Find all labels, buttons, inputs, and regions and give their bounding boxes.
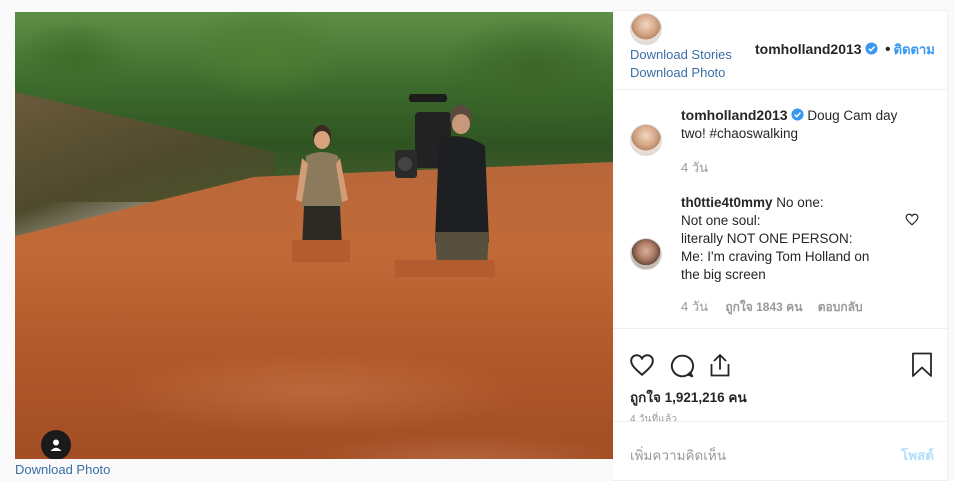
post-photo[interactable] [15, 12, 613, 459]
download-photo-link[interactable]: Download Photo [15, 462, 110, 477]
likes-count[interactable]: ถูกใจ 1,921,216 คน [630, 386, 747, 408]
caption-block: tomholland2013 Doug Cam day two! #chaosw… [681, 106, 921, 178]
caption-text-line1: Doug Cam day [807, 108, 898, 123]
header-user-row: tomholland2013 • ติดตาม [755, 39, 935, 60]
post-header: Download Stories Download Photo tomholla… [613, 11, 948, 90]
follow-button[interactable]: ติดตาม [894, 42, 935, 57]
comment-reply-button[interactable]: ตอบกลับ [818, 300, 863, 314]
comment-block: th0ttie4t0mmy No one: Not one soul: lite… [681, 194, 901, 317]
post-comment-button[interactable]: โพสต์ [901, 444, 934, 466]
bookmark-icon[interactable] [911, 352, 933, 378]
add-comment-input[interactable]: เพิ่มความคิดเห็น [630, 444, 726, 466]
author-username[interactable]: tomholland2013 [755, 41, 862, 57]
author-avatar[interactable] [630, 13, 662, 45]
comment-line2: Not one soul: [681, 213, 761, 228]
comment-like-heart-icon[interactable] [905, 213, 919, 226]
share-icon[interactable] [708, 352, 732, 378]
comment-line1: No one: [776, 195, 824, 210]
verified-badge-icon [865, 42, 878, 55]
caption-text-line2: two! #chaoswalking [681, 126, 799, 141]
commenter-avatar[interactable] [630, 238, 662, 270]
download-photo-link-header[interactable]: Download Photo [630, 65, 725, 80]
verified-badge-icon [791, 108, 804, 121]
caption-time[interactable]: 4 วัน [681, 157, 921, 178]
download-stories-link[interactable]: Download Stories [630, 47, 732, 62]
photo-person-camera-operator [395, 94, 495, 277]
caption-avatar[interactable] [630, 124, 662, 156]
user-icon [50, 439, 62, 451]
post-details-panel: Download Stories Download Photo tomholla… [613, 10, 948, 481]
commenter-username[interactable]: th0ttie4t0mmy [681, 195, 773, 210]
like-heart-icon[interactable] [629, 353, 655, 377]
comment-bubble-icon[interactable] [669, 353, 695, 379]
post-actions: ถูกใจ 1,921,216 คน 4 วันที่แล้ว [613, 328, 948, 425]
comments-section: tomholland2013 Doug Cam day two! #chaosw… [613, 91, 948, 328]
tagged-users-button[interactable] [41, 430, 71, 459]
comment-time[interactable]: 4 วัน [681, 299, 708, 314]
header-separator: • [885, 41, 891, 58]
add-comment-bar: เพิ่มความคิดเห็น โพสต์ [613, 421, 948, 481]
photo-person-left [292, 125, 350, 262]
comment-line4: Me: I'm craving Tom Holland on [681, 249, 870, 264]
comment-line5: the big screen [681, 267, 766, 282]
comment-likes-count[interactable]: ถูกใจ 1843 คน [725, 300, 802, 314]
caption-username[interactable]: tomholland2013 [681, 107, 788, 123]
comment-line3: literally NOT ONE PERSON: [681, 231, 853, 246]
